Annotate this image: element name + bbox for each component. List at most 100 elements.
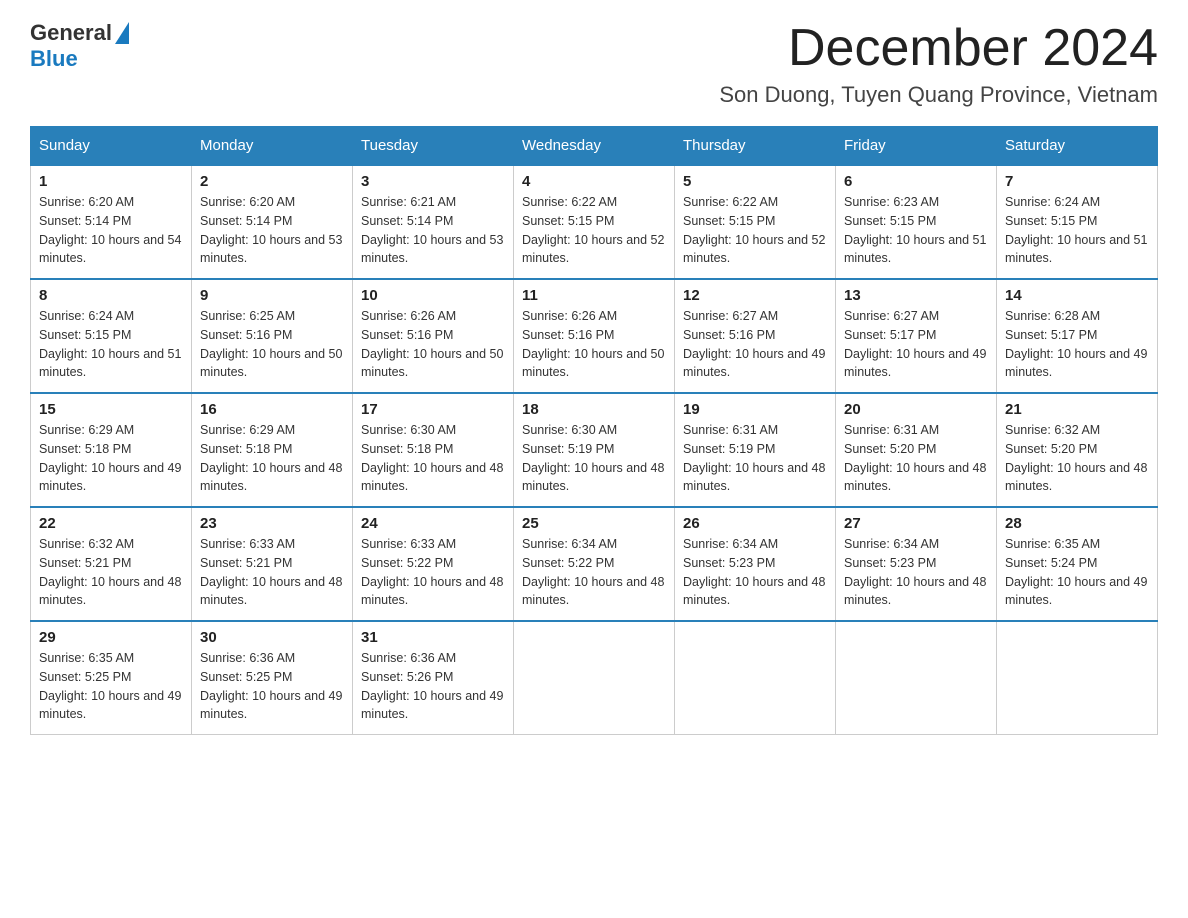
day-number: 11 <box>522 287 666 304</box>
day-info: Sunrise: 6:25 AMSunset: 5:16 PMDaylight:… <box>200 307 344 382</box>
logo-triangle-icon <box>115 22 129 44</box>
calendar-cell: 17 Sunrise: 6:30 AMSunset: 5:18 PMDayligh… <box>353 393 514 507</box>
calendar-cell: 30 Sunrise: 6:36 AMSunset: 5:25 PMDayligh… <box>192 621 353 735</box>
calendar-title: December 2024 <box>719 20 1158 77</box>
column-header-wednesday: Wednesday <box>514 127 675 166</box>
column-header-monday: Monday <box>192 127 353 166</box>
calendar-cell: 26 Sunrise: 6:34 AMSunset: 5:23 PMDayligh… <box>675 507 836 621</box>
day-number: 17 <box>361 401 505 418</box>
day-number: 13 <box>844 287 988 304</box>
day-info: Sunrise: 6:26 AMSunset: 5:16 PMDaylight:… <box>361 307 505 382</box>
logo-blue-text: Blue <box>30 46 78 72</box>
day-number: 18 <box>522 401 666 418</box>
day-number: 27 <box>844 515 988 532</box>
calendar-cell: 19 Sunrise: 6:31 AMSunset: 5:19 PMDayligh… <box>675 393 836 507</box>
location-subtitle: Son Duong, Tuyen Quang Province, Vietnam <box>719 82 1158 108</box>
column-header-sunday: Sunday <box>31 127 192 166</box>
calendar-cell: 28 Sunrise: 6:35 AMSunset: 5:24 PMDayligh… <box>997 507 1158 621</box>
day-info: Sunrise: 6:30 AMSunset: 5:18 PMDaylight:… <box>361 421 505 496</box>
logo: General Blue <box>30 20 129 72</box>
calendar-cell: 22Sunrise: 6:32 AMSunset: 5:21 PMDayligh… <box>31 507 192 621</box>
calendar-cell: 2 Sunrise: 6:20 AMSunset: 5:14 PMDaylight… <box>192 165 353 279</box>
day-number: 20 <box>844 401 988 418</box>
day-info: Sunrise: 6:24 AMSunset: 5:15 PMDaylight:… <box>1005 193 1149 268</box>
day-info: Sunrise: 6:20 AMSunset: 5:14 PMDaylight:… <box>39 193 183 268</box>
week-row-2: 8Sunrise: 6:24 AMSunset: 5:15 PMDaylight… <box>31 279 1158 393</box>
calendar-cell: 5 Sunrise: 6:22 AMSunset: 5:15 PMDaylight… <box>675 165 836 279</box>
column-header-friday: Friday <box>836 127 997 166</box>
calendar-cell: 9 Sunrise: 6:25 AMSunset: 5:16 PMDaylight… <box>192 279 353 393</box>
day-number: 2 <box>200 173 344 190</box>
day-info: Sunrise: 6:22 AMSunset: 5:15 PMDaylight:… <box>522 193 666 268</box>
calendar-cell <box>836 621 997 735</box>
week-row-3: 15 Sunrise: 6:29 AMSunset: 5:18 PMDayligh… <box>31 393 1158 507</box>
day-number: 7 <box>1005 173 1149 190</box>
day-number: 23 <box>200 515 344 532</box>
column-header-saturday: Saturday <box>997 127 1158 166</box>
calendar-cell: 25 Sunrise: 6:34 AMSunset: 5:22 PMDayligh… <box>514 507 675 621</box>
calendar-header-row: SundayMondayTuesdayWednesdayThursdayFrid… <box>31 127 1158 166</box>
day-number: 22 <box>39 515 183 532</box>
calendar-cell: 10 Sunrise: 6:26 AMSunset: 5:16 PMDayligh… <box>353 279 514 393</box>
calendar-cell: 18 Sunrise: 6:30 AMSunset: 5:19 PMDayligh… <box>514 393 675 507</box>
calendar-cell: 23 Sunrise: 6:33 AMSunset: 5:21 PMDayligh… <box>192 507 353 621</box>
day-info: Sunrise: 6:28 AMSunset: 5:17 PMDaylight:… <box>1005 307 1149 382</box>
column-header-tuesday: Tuesday <box>353 127 514 166</box>
day-number: 8 <box>39 287 183 304</box>
day-info: Sunrise: 6:29 AMSunset: 5:18 PMDaylight:… <box>39 421 183 496</box>
calendar-cell: 3 Sunrise: 6:21 AMSunset: 5:14 PMDaylight… <box>353 165 514 279</box>
calendar-cell: 1 Sunrise: 6:20 AMSunset: 5:14 PMDaylight… <box>31 165 192 279</box>
calendar-cell <box>675 621 836 735</box>
day-number: 5 <box>683 173 827 190</box>
calendar-cell: 21 Sunrise: 6:32 AMSunset: 5:20 PMDayligh… <box>997 393 1158 507</box>
day-number: 30 <box>200 629 344 646</box>
day-info: Sunrise: 6:36 AMSunset: 5:25 PMDaylight:… <box>200 649 344 724</box>
day-number: 21 <box>1005 401 1149 418</box>
day-info: Sunrise: 6:21 AMSunset: 5:14 PMDaylight:… <box>361 193 505 268</box>
day-info: Sunrise: 6:31 AMSunset: 5:19 PMDaylight:… <box>683 421 827 496</box>
calendar-cell: 15 Sunrise: 6:29 AMSunset: 5:18 PMDayligh… <box>31 393 192 507</box>
week-row-4: 22Sunrise: 6:32 AMSunset: 5:21 PMDayligh… <box>31 507 1158 621</box>
day-info: Sunrise: 6:35 AMSunset: 5:24 PMDaylight:… <box>1005 535 1149 610</box>
day-info: Sunrise: 6:33 AMSunset: 5:21 PMDaylight:… <box>200 535 344 610</box>
day-number: 10 <box>361 287 505 304</box>
calendar-cell: 12 Sunrise: 6:27 AMSunset: 5:16 PMDayligh… <box>675 279 836 393</box>
day-info: Sunrise: 6:22 AMSunset: 5:15 PMDaylight:… <box>683 193 827 268</box>
week-row-1: 1 Sunrise: 6:20 AMSunset: 5:14 PMDaylight… <box>31 165 1158 279</box>
calendar-cell: 8Sunrise: 6:24 AMSunset: 5:15 PMDaylight… <box>31 279 192 393</box>
day-number: 14 <box>1005 287 1149 304</box>
day-number: 1 <box>39 173 183 190</box>
day-info: Sunrise: 6:36 AMSunset: 5:26 PMDaylight:… <box>361 649 505 724</box>
day-info: Sunrise: 6:34 AMSunset: 5:22 PMDaylight:… <box>522 535 666 610</box>
day-info: Sunrise: 6:23 AMSunset: 5:15 PMDaylight:… <box>844 193 988 268</box>
day-number: 28 <box>1005 515 1149 532</box>
calendar-cell <box>997 621 1158 735</box>
calendar-table: SundayMondayTuesdayWednesdayThursdayFrid… <box>30 126 1158 735</box>
day-info: Sunrise: 6:31 AMSunset: 5:20 PMDaylight:… <box>844 421 988 496</box>
week-row-5: 29Sunrise: 6:35 AMSunset: 5:25 PMDayligh… <box>31 621 1158 735</box>
calendar-cell: 16Sunrise: 6:29 AMSunset: 5:18 PMDayligh… <box>192 393 353 507</box>
day-info: Sunrise: 6:34 AMSunset: 5:23 PMDaylight:… <box>683 535 827 610</box>
calendar-cell: 27Sunrise: 6:34 AMSunset: 5:23 PMDayligh… <box>836 507 997 621</box>
day-info: Sunrise: 6:30 AMSunset: 5:19 PMDaylight:… <box>522 421 666 496</box>
calendar-cell: 31 Sunrise: 6:36 AMSunset: 5:26 PMDayligh… <box>353 621 514 735</box>
day-number: 26 <box>683 515 827 532</box>
day-number: 25 <box>522 515 666 532</box>
day-info: Sunrise: 6:32 AMSunset: 5:20 PMDaylight:… <box>1005 421 1149 496</box>
calendar-cell: 24Sunrise: 6:33 AMSunset: 5:22 PMDayligh… <box>353 507 514 621</box>
day-number: 31 <box>361 629 505 646</box>
day-number: 16 <box>200 401 344 418</box>
day-number: 3 <box>361 173 505 190</box>
calendar-cell: 20 Sunrise: 6:31 AMSunset: 5:20 PMDayligh… <box>836 393 997 507</box>
day-number: 29 <box>39 629 183 646</box>
day-info: Sunrise: 6:20 AMSunset: 5:14 PMDaylight:… <box>200 193 344 268</box>
day-number: 15 <box>39 401 183 418</box>
day-info: Sunrise: 6:27 AMSunset: 5:16 PMDaylight:… <box>683 307 827 382</box>
day-number: 24 <box>361 515 505 532</box>
calendar-cell: 11Sunrise: 6:26 AMSunset: 5:16 PMDayligh… <box>514 279 675 393</box>
page-header: General Blue December 2024 Son Duong, Tu… <box>30 20 1158 108</box>
day-number: 12 <box>683 287 827 304</box>
day-number: 9 <box>200 287 344 304</box>
column-header-thursday: Thursday <box>675 127 836 166</box>
day-number: 19 <box>683 401 827 418</box>
